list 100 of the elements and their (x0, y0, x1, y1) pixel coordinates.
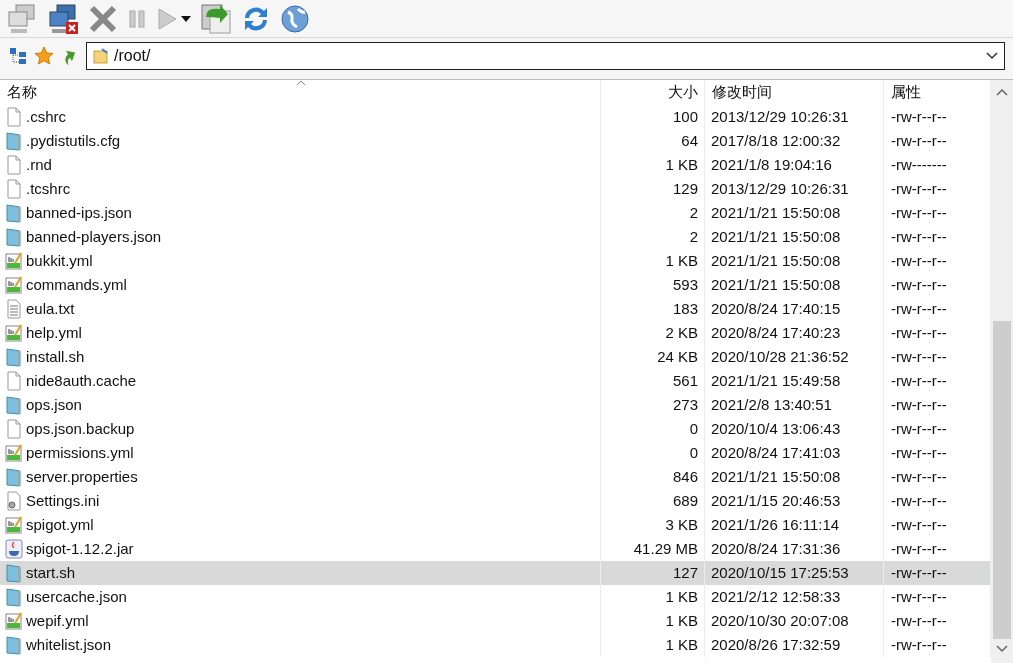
file-name: whitelist.json (26, 634, 112, 655)
file-name: .cshrc (26, 106, 66, 127)
file-name: banned-players.json (26, 226, 162, 247)
modified-time: 2020/8/26 17:32:59 (711, 634, 841, 655)
modified-time: 2021/1/15 20:46:53 (711, 490, 841, 511)
file-name: permissions.yml (26, 442, 134, 463)
file-size: 3 KB (665, 514, 698, 535)
computers-icon[interactable] (6, 2, 38, 35)
file-name: ops.json.backup (26, 418, 135, 439)
file-size: 100 (672, 106, 698, 127)
file-icon (5, 395, 23, 415)
file-icon (5, 539, 23, 559)
file-name: .pydistutils.cfg (26, 130, 121, 151)
modified-time: 2020/8/24 17:40:15 (711, 298, 841, 319)
modified-time: 2021/1/21 15:50:08 (711, 202, 841, 223)
modified-time: 2020/8/24 17:31:36 (711, 538, 841, 559)
file-icon (5, 299, 23, 319)
file-attributes: -rw-r--r-- (891, 562, 947, 583)
globe-icon[interactable] (280, 3, 310, 34)
file-row[interactable]: start.sh 127 2020/10/15 17:25:53 -rw-r--r-- (0, 561, 991, 585)
modified-time: 2020/10/4 13:06:43 (711, 418, 841, 439)
file-attributes: -rw-r--r-- (891, 346, 947, 367)
file-name: server.properties (26, 466, 138, 487)
close-icon[interactable] (88, 3, 118, 34)
column-header[interactable]: 大小 (668, 81, 698, 104)
modified-time: 2013/12/29 10:26:31 (711, 178, 849, 199)
scrollbar-thumb[interactable] (993, 321, 1011, 639)
file-attributes: -rw-r--r-- (891, 106, 947, 127)
file-size: 1 KB (665, 250, 698, 271)
modified-time: 2017/8/18 12:00:32 (711, 130, 841, 151)
file-icon (5, 155, 23, 175)
file-icon (5, 347, 23, 367)
file-size: 1 KB (665, 634, 698, 655)
scroll-down-icon[interactable] (996, 645, 1008, 653)
tree-icon[interactable] (8, 46, 28, 66)
dropdown-caret-icon[interactable] (986, 52, 998, 60)
file-attributes: -rw-r--r-- (891, 226, 947, 247)
file-icon (5, 107, 23, 127)
file-icon (5, 515, 23, 535)
file-icon (5, 419, 23, 439)
file-attributes: -rw-r--r-- (891, 466, 947, 487)
column-header[interactable]: 属性 (891, 81, 921, 104)
address-field[interactable]: /root/ (86, 42, 1005, 70)
file-name: Settings.ini (26, 490, 100, 511)
column-header[interactable]: 名称 (7, 81, 37, 104)
pause-icon[interactable] (127, 7, 147, 30)
file-attributes: -rw-r--r-- (891, 274, 947, 295)
file-size: 273 (672, 394, 698, 415)
file-attributes: -rw-r--r-- (891, 634, 947, 655)
modified-time: 2021/1/21 15:50:08 (711, 274, 841, 295)
file-size: 593 (672, 274, 698, 295)
caret-icon[interactable] (181, 15, 191, 22)
file-icon (5, 635, 23, 655)
file-attributes: -rw-r--r-- (891, 490, 947, 511)
file-size: 2 KB (665, 322, 698, 343)
file-size: 846 (672, 466, 698, 487)
address-text: /root/ (114, 46, 152, 66)
file-icon (5, 491, 23, 511)
file-attributes: -rw-r--r-- (891, 442, 947, 463)
file-size: 0 (689, 442, 698, 463)
modified-time: 2021/2/12 12:58:33 (711, 586, 841, 607)
modified-time: 2020/8/24 17:41:03 (711, 442, 841, 463)
file-size: 1 KB (665, 586, 698, 607)
file-icon (5, 443, 23, 463)
scrollbar[interactable] (991, 80, 1013, 663)
file-size: 0 (689, 418, 698, 439)
file-icon (5, 563, 23, 583)
file-icon (5, 203, 23, 223)
file-icon (5, 275, 23, 295)
file-attributes: -rw-r--r-- (891, 322, 947, 343)
star-icon[interactable] (34, 46, 54, 66)
file-attributes: -rw-r--r-- (891, 370, 947, 391)
file-size: 41.29 MB (633, 538, 698, 559)
file-size: 689 (672, 490, 698, 511)
file-attributes: -rw-r--r-- (891, 298, 947, 319)
file-name: spigot.yml (26, 514, 94, 535)
file-name: .rnd (26, 154, 52, 175)
file-name: commands.yml (26, 274, 127, 295)
scroll-up-icon[interactable] (996, 88, 1008, 96)
modified-time: 2021/1/21 15:50:08 (711, 226, 841, 247)
file-name: eula.txt (26, 298, 75, 319)
file-icon (5, 251, 23, 271)
modified-time: 2013/12/29 10:26:31 (711, 106, 849, 127)
file-attributes: -rw-r--r-- (891, 202, 947, 223)
file-icon (5, 323, 23, 343)
file-name: nide8auth.cache (26, 370, 137, 391)
file-name: banned-ips.json (26, 202, 132, 223)
file-icon (5, 467, 23, 487)
file-name: spigot-1.12.2.jar (26, 538, 134, 559)
download-arrow-icon[interactable] (200, 2, 232, 35)
file-size: 2 (689, 202, 698, 223)
file-icon (5, 131, 23, 151)
file-name: install.sh (26, 346, 85, 367)
column-header[interactable]: 修改时间 (712, 81, 772, 104)
disconnect-icon[interactable] (47, 2, 79, 35)
file-size: 1 KB (665, 154, 698, 175)
file-size: 24 KB (657, 346, 698, 367)
modified-time: 2021/1/21 15:50:08 (711, 250, 841, 271)
file-size: 2 (689, 226, 698, 247)
file-name: wepif.yml (26, 610, 89, 631)
